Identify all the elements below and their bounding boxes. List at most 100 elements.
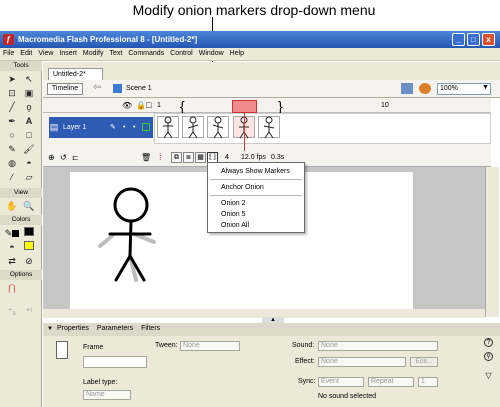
outline-icon[interactable]: □: [146, 100, 151, 110]
onion-skin-outlines-button[interactable]: ⧈: [183, 152, 194, 163]
onion-start-marker-icon[interactable]: {: [180, 98, 185, 114]
add-folder-icon[interactable]: ⊏: [72, 153, 79, 162]
rectangle-tool-icon[interactable]: □: [21, 129, 37, 142]
tween-label: Tween:: [155, 342, 178, 349]
selection-tool-icon[interactable]: ➤: [4, 73, 20, 86]
menu-item-onion-all[interactable]: Onion All: [208, 220, 304, 231]
effect-label: Effect:: [295, 358, 315, 365]
scene-label[interactable]: Scene 1: [126, 82, 152, 96]
edit-button[interactable]: Edit...: [410, 357, 438, 367]
menu-edit[interactable]: Edit: [17, 48, 35, 60]
text-tool-icon[interactable]: A: [21, 115, 37, 128]
collapse-arrow-icon[interactable]: ▼: [47, 326, 53, 332]
onion-end-marker-icon[interactable]: }: [278, 98, 283, 114]
edit-symbols-icon[interactable]: [401, 83, 413, 94]
menu-help[interactable]: Help: [227, 48, 247, 60]
layer-name: Layer 1: [63, 124, 87, 131]
menu-view[interactable]: View: [35, 48, 56, 60]
menu-item-always-show-markers[interactable]: Always Show Markers: [208, 166, 304, 177]
frame-label: Frame: [83, 344, 104, 351]
eyedropper-tool-icon[interactable]: ⁄: [4, 171, 20, 184]
timeline-header: 👁 🔒 □ 1 5 10 { }: [43, 98, 491, 114]
frame-number-10: 10: [381, 102, 389, 109]
properties-tabs: Properties Parameters Filters: [43, 323, 500, 336]
repeat-select[interactable]: Repeat: [368, 377, 414, 387]
ink-bottle-tool-icon[interactable]: ◍: [4, 157, 20, 170]
vertical-scrollbar[interactable]: [485, 167, 499, 317]
sound-select[interactable]: None: [318, 341, 438, 351]
playhead[interactable]: [232, 100, 257, 113]
free-transform-tool-icon[interactable]: ⊡: [4, 87, 20, 100]
zoom-tool-icon[interactable]: 🔍: [21, 200, 37, 213]
oval-tool-icon[interactable]: ○: [4, 129, 20, 142]
timeline-toggle-button[interactable]: Timeline: [47, 83, 83, 95]
effect-select[interactable]: None: [318, 357, 406, 367]
menu-item-onion-5[interactable]: Onion 5: [208, 209, 304, 220]
smooth-option-icon[interactable]: ⁺₅: [4, 305, 20, 318]
minimize-button[interactable]: _: [452, 33, 465, 46]
fill-transform-tool-icon[interactable]: ▣: [21, 87, 37, 100]
menu-window[interactable]: Window: [196, 48, 227, 60]
fill-swatch[interactable]: [21, 241, 37, 254]
back-arrow-icon[interactable]: ⇦: [93, 82, 101, 93]
menu-commands[interactable]: Commands: [125, 48, 167, 60]
stroke-color-icon[interactable]: ✎: [4, 227, 20, 240]
stroke-swatch[interactable]: [21, 227, 37, 240]
layer-row[interactable]: Layer 1 ✎ • •: [49, 117, 153, 138]
paint-bucket-tool-icon[interactable]: ◓: [21, 157, 37, 170]
menu-bar: File Edit View Insert Modify Text Commands Cont…: [0, 48, 500, 61]
fill-color-icon[interactable]: ◓: [4, 241, 20, 254]
tab-filters[interactable]: Filters: [137, 323, 164, 335]
brush-tool-icon[interactable]: 🖌: [21, 143, 37, 156]
pen-tool-icon[interactable]: ✒: [4, 115, 20, 128]
lasso-tool-icon[interactable]: ϙ: [21, 101, 37, 114]
eraser-tool-icon[interactable]: ▱: [21, 171, 37, 184]
accessibility-icon[interactable]: ⚲: [484, 352, 493, 361]
swap-colors-icon[interactable]: ⇄: [4, 255, 20, 268]
help-icon[interactable]: ?: [484, 338, 493, 347]
menu-control[interactable]: Control: [167, 48, 196, 60]
chevron-down-icon[interactable]: ▼: [482, 84, 489, 91]
onion-skin-button[interactable]: ⧉: [171, 152, 182, 163]
maximize-button[interactable]: □: [467, 33, 480, 46]
tab-parameters[interactable]: Parameters: [93, 323, 137, 335]
sync-select[interactable]: Event: [318, 377, 364, 387]
hand-tool-icon[interactable]: ✋: [4, 200, 20, 213]
label-type-select[interactable]: Name: [83, 390, 131, 400]
outline-color-box[interactable]: [142, 123, 150, 131]
lock-icon[interactable]: 🔒: [136, 101, 146, 110]
frame-thumbnails: [163, 116, 275, 139]
close-button[interactable]: x: [482, 33, 495, 46]
no-color-icon[interactable]: ⊘: [21, 255, 37, 268]
menu-modify[interactable]: Modify: [80, 48, 107, 60]
center-frame-icon[interactable]: ⁞: [159, 152, 162, 162]
menu-text[interactable]: Text: [107, 48, 126, 60]
frame-name-input[interactable]: [83, 356, 147, 368]
tween-select[interactable]: None: [180, 341, 240, 351]
add-layer-icon[interactable]: ⊕: [48, 153, 55, 162]
trash-icon[interactable]: 🗑: [141, 153, 151, 162]
eye-icon[interactable]: 👁: [122, 101, 132, 110]
line-tool-icon[interactable]: ╱: [4, 101, 20, 114]
edit-scene-icon[interactable]: [419, 83, 431, 94]
label-type-label: Label type:: [83, 379, 118, 386]
add-guide-icon[interactable]: ↺: [60, 153, 67, 162]
repeat-count-input[interactable]: 1: [418, 377, 438, 387]
frame-thumbnail-icon: [56, 341, 68, 359]
menu-separator: [210, 179, 302, 180]
onion-markers-menu: Always Show Markers Anchor Onion Onion 2…: [207, 162, 305, 233]
figure-caption: Modify onion markers drop-down menu: [132, 2, 376, 18]
straighten-option-icon[interactable]: ⁺⁽: [21, 305, 37, 318]
visibility-dot-icon[interactable]: •: [123, 117, 125, 138]
menu-item-anchor-onion[interactable]: Anchor Onion: [208, 182, 304, 193]
menu-item-onion-2[interactable]: Onion 2: [208, 198, 304, 209]
lock-dot-icon[interactable]: •: [133, 117, 135, 138]
document-tab[interactable]: Untitled-2*: [48, 68, 103, 80]
edit-multiple-frames-button[interactable]: ▦: [195, 152, 206, 163]
snap-magnet-icon[interactable]: ⋂: [4, 282, 20, 295]
menu-file[interactable]: File: [0, 48, 17, 60]
menu-insert[interactable]: Insert: [56, 48, 80, 60]
subselection-tool-icon[interactable]: ↖: [21, 73, 37, 86]
expand-icon[interactable]: ▽: [484, 372, 493, 381]
pencil-tool-icon[interactable]: ✎: [4, 143, 20, 156]
